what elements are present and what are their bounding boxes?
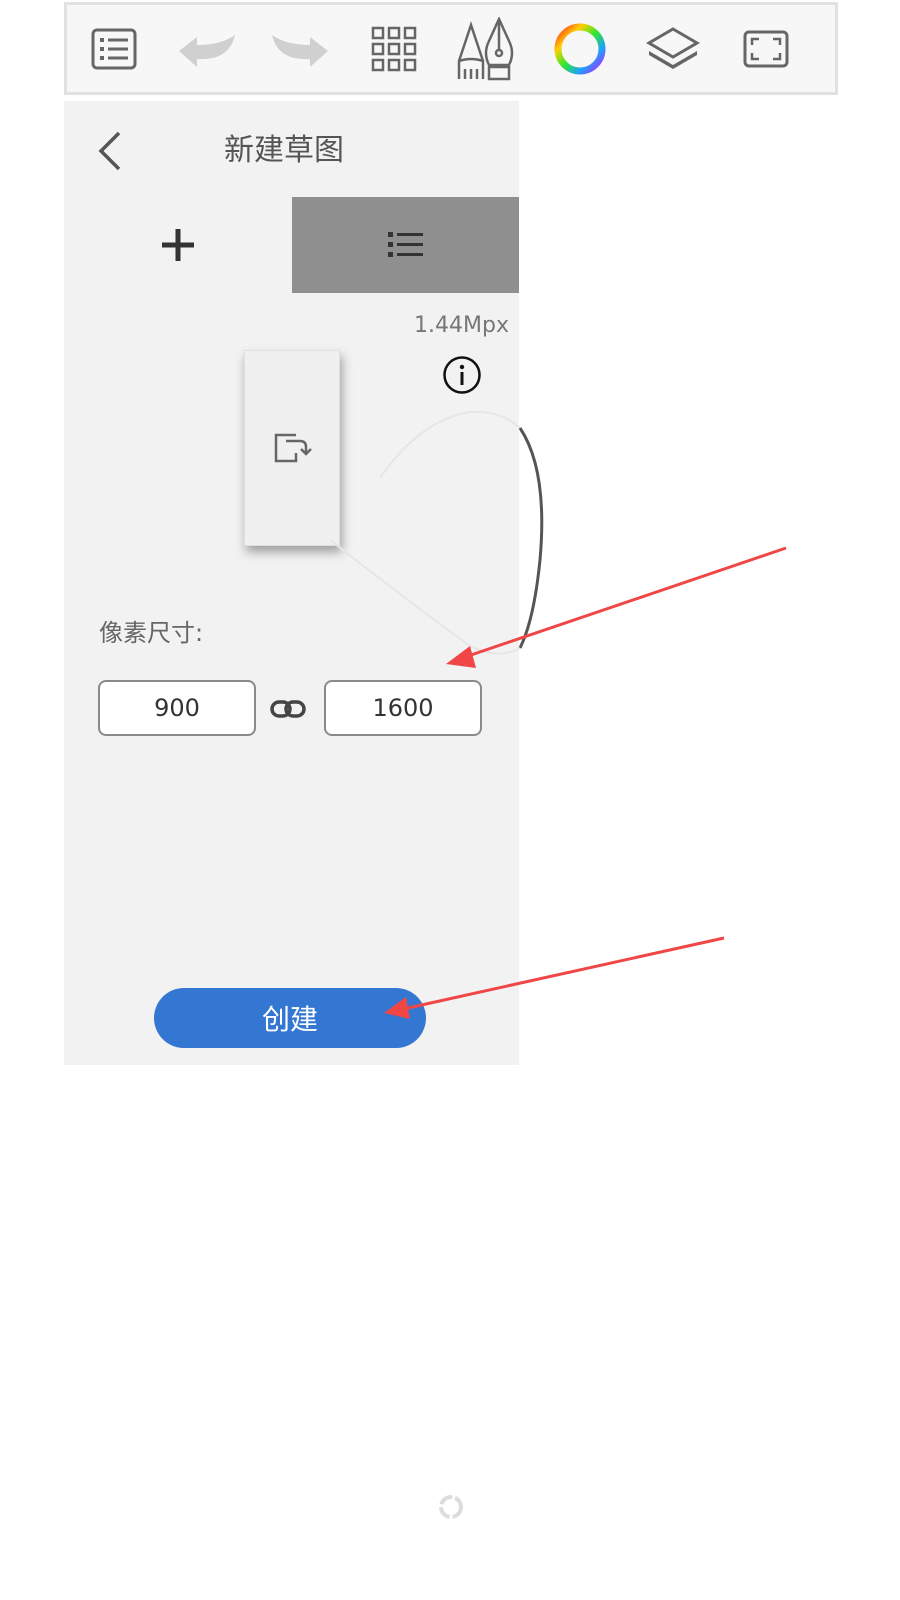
width-input[interactable]: [98, 680, 256, 736]
canvas-preview-rotate[interactable]: [244, 350, 340, 546]
create-button[interactable]: 创建: [154, 988, 426, 1048]
aspect-link-icon[interactable]: [268, 693, 308, 725]
height-input[interactable]: [324, 680, 482, 736]
plus-icon: [162, 229, 194, 261]
grid-icon[interactable]: [362, 17, 426, 81]
megapixel-readout: 1.44Mpx: [414, 313, 509, 338]
undo-icon[interactable]: [175, 17, 239, 81]
list-icon: [387, 232, 423, 257]
fullscreen-icon[interactable]: [734, 17, 798, 81]
pencil-pen-icon[interactable]: [455, 17, 519, 81]
pixel-size-label: 像素尺寸:: [99, 619, 204, 647]
panel-title: 新建草图: [224, 133, 344, 168]
tab-new-size[interactable]: [64, 197, 292, 293]
rotate-orientation-icon: [274, 433, 312, 463]
back-button[interactable]: [90, 127, 130, 175]
chevron-left-icon: [98, 131, 121, 171]
info-icon[interactable]: [442, 355, 482, 395]
redo-icon[interactable]: [268, 17, 332, 81]
list-icon[interactable]: [82, 17, 146, 81]
tab-preset-list[interactable]: [292, 197, 519, 293]
new-sketch-panel: 新建草图 1.44Mpx 像素尺寸: 900 1600 创建: [64, 101, 519, 1065]
color-wheel-icon[interactable]: [548, 17, 612, 81]
layers-icon[interactable]: [641, 17, 705, 81]
top-toolbar: [64, 2, 838, 95]
loading-spinner-icon: [439, 1495, 463, 1519]
